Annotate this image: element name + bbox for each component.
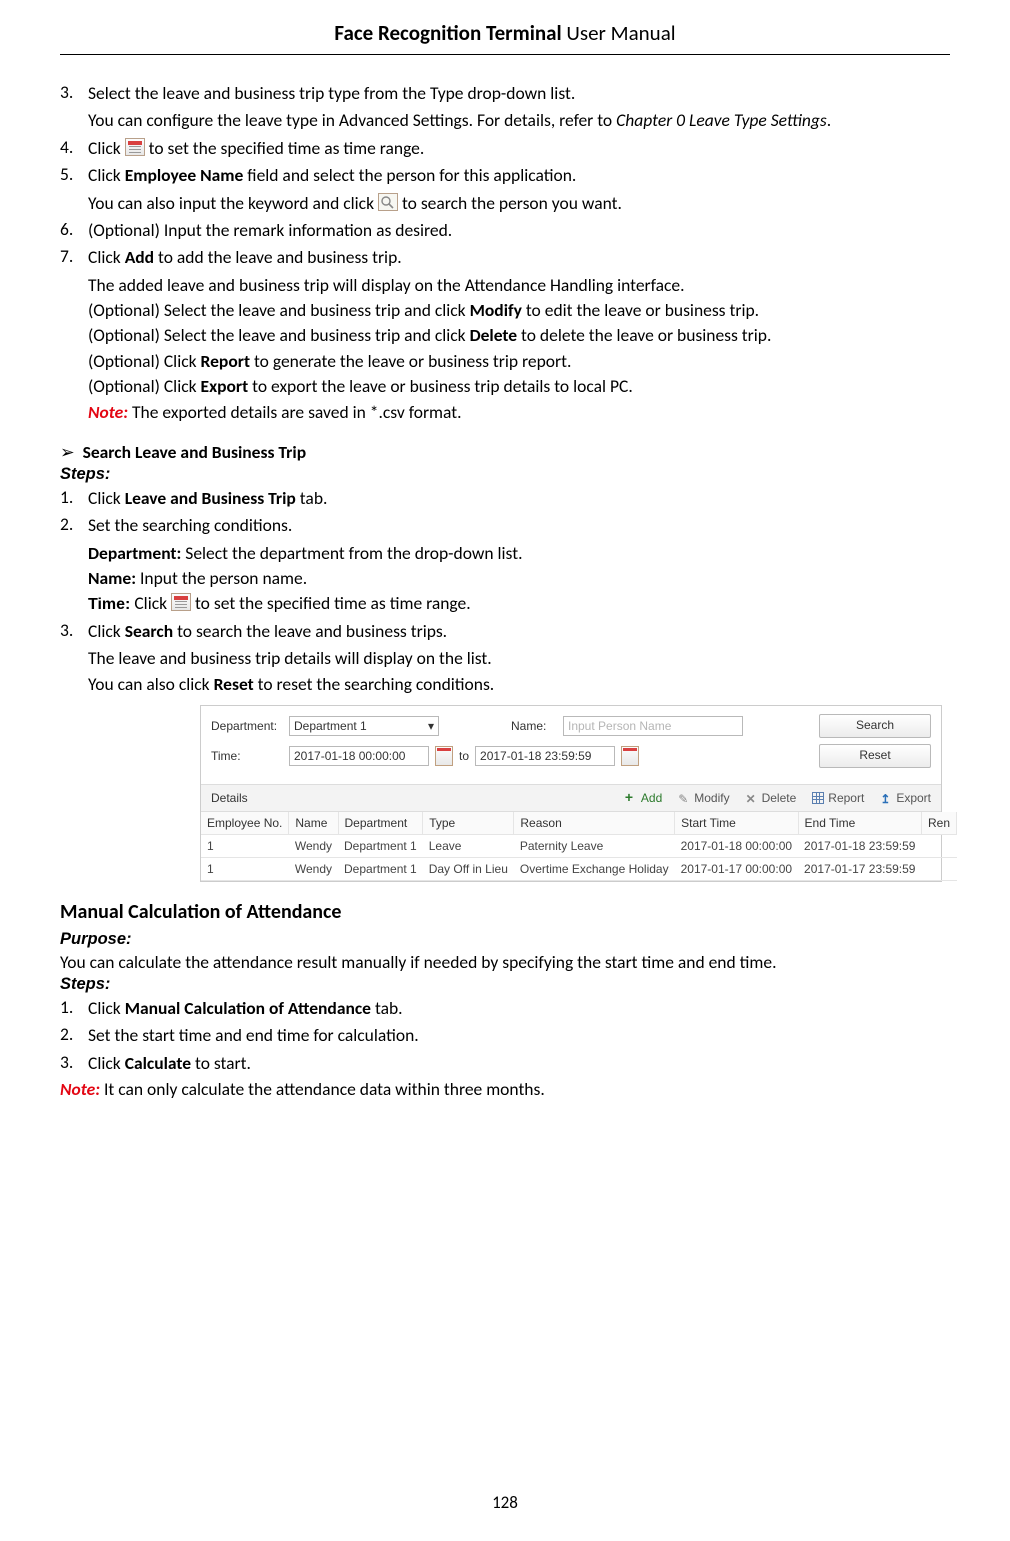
delete-button[interactable]: ✕ Delete	[746, 791, 797, 805]
name-input[interactable]: Input Person Name	[563, 716, 743, 736]
col-reason[interactable]: Reason	[514, 812, 675, 835]
li5-cont: You can also input the keyword and click…	[60, 191, 950, 216]
time-from-input[interactable]: 2017-01-18 00:00:00	[289, 746, 429, 766]
list-item: 7. Click Add to add the leave and busine…	[60, 245, 950, 270]
calendar-icon	[125, 138, 145, 156]
list-item: 3. Click Calculate to start.	[60, 1051, 950, 1076]
hdr-title-bold: Face Recognition Terminal	[334, 20, 561, 46]
report-button[interactable]: Report	[812, 791, 864, 805]
x-icon: ✕	[746, 792, 758, 804]
hdr-title-rest: User Manual	[562, 20, 676, 46]
chevron-down-icon: ▾	[428, 719, 434, 733]
steps-label: Steps:	[60, 975, 950, 994]
export-icon	[880, 792, 892, 804]
calendar-icon[interactable]	[621, 746, 639, 766]
search-icon	[378, 193, 398, 211]
details-table: Employee No. Name Department Type Reason…	[201, 812, 957, 881]
list-item: 4. Click to set the specified time as ti…	[60, 136, 950, 161]
col-rem[interactable]: Ren	[921, 812, 956, 835]
col-dept[interactable]: Department	[338, 812, 423, 835]
time-label: Time:	[211, 749, 283, 763]
search-button[interactable]: Search	[819, 714, 931, 738]
list-item: 3. Select the leave and business trip ty…	[60, 81, 950, 106]
col-type[interactable]: Type	[423, 812, 514, 835]
name-label: Name:	[511, 719, 557, 733]
plus-icon: +	[625, 792, 637, 804]
table-row[interactable]: 1 Wendy Department 1 Leave Paternity Lea…	[201, 834, 957, 857]
modify-button[interactable]: Modify	[678, 791, 729, 805]
calendar-icon[interactable]	[435, 746, 453, 766]
dept-select[interactable]: Department 1 ▾	[289, 716, 439, 736]
list-item: 6. (Optional) Input the remark informati…	[60, 218, 950, 243]
ui-screenshot: Department: Department 1 ▾ Name: Input P…	[200, 705, 942, 882]
li3-cont: You can configure the leave type in Adva…	[60, 108, 950, 133]
manual-heading: Manual Calculation of Attendance	[60, 900, 950, 924]
li3-text: Select the leave and business trip type …	[88, 81, 950, 106]
list-item: 2. Set the start time and end time for c…	[60, 1023, 950, 1048]
ui-toolbar: Details + Add Modify ✕ Delete Report Exp…	[201, 785, 941, 812]
export-button[interactable]: Export	[880, 791, 931, 805]
col-name[interactable]: Name	[289, 812, 338, 835]
purpose-label: Purpose:	[60, 930, 950, 949]
purpose-text: You can calculate the attendance result …	[60, 951, 950, 973]
list-item: 1. Click Manual Calculation of Attendanc…	[60, 996, 950, 1021]
list-item: 3. Click Search to search the leave and …	[60, 619, 950, 644]
col-start[interactable]: Start Time	[675, 812, 798, 835]
list-num: 3.	[60, 81, 88, 106]
col-emp[interactable]: Employee No.	[201, 812, 289, 835]
list-item: 5. Click Employee Name field and select …	[60, 163, 950, 188]
list-item: 1. Click Leave and Business Trip tab.	[60, 486, 950, 511]
page-number: 128	[0, 1492, 1010, 1513]
page-header: Face Recognition Terminal User Manual	[60, 20, 950, 55]
note-label: Note:	[88, 401, 128, 423]
time-to-input[interactable]: 2017-01-18 23:59:59	[475, 746, 615, 766]
details-label: Details	[211, 791, 248, 805]
reset-button[interactable]: Reset	[819, 744, 931, 768]
note-label: Note:	[60, 1078, 100, 1100]
grid-icon	[812, 792, 824, 804]
pencil-icon	[678, 792, 690, 804]
col-end[interactable]: End Time	[798, 812, 921, 835]
table-row[interactable]: 1 Wendy Department 1 Day Off in Lieu Ove…	[201, 857, 957, 880]
steps-label: Steps:	[60, 465, 950, 484]
dept-label: Department:	[211, 719, 283, 733]
list-item: 2. Set the searching conditions.	[60, 513, 950, 538]
add-button[interactable]: + Add	[625, 791, 662, 805]
section-heading: ➢ Search Leave and Business Trip	[60, 441, 950, 463]
calendar-icon	[171, 593, 191, 611]
